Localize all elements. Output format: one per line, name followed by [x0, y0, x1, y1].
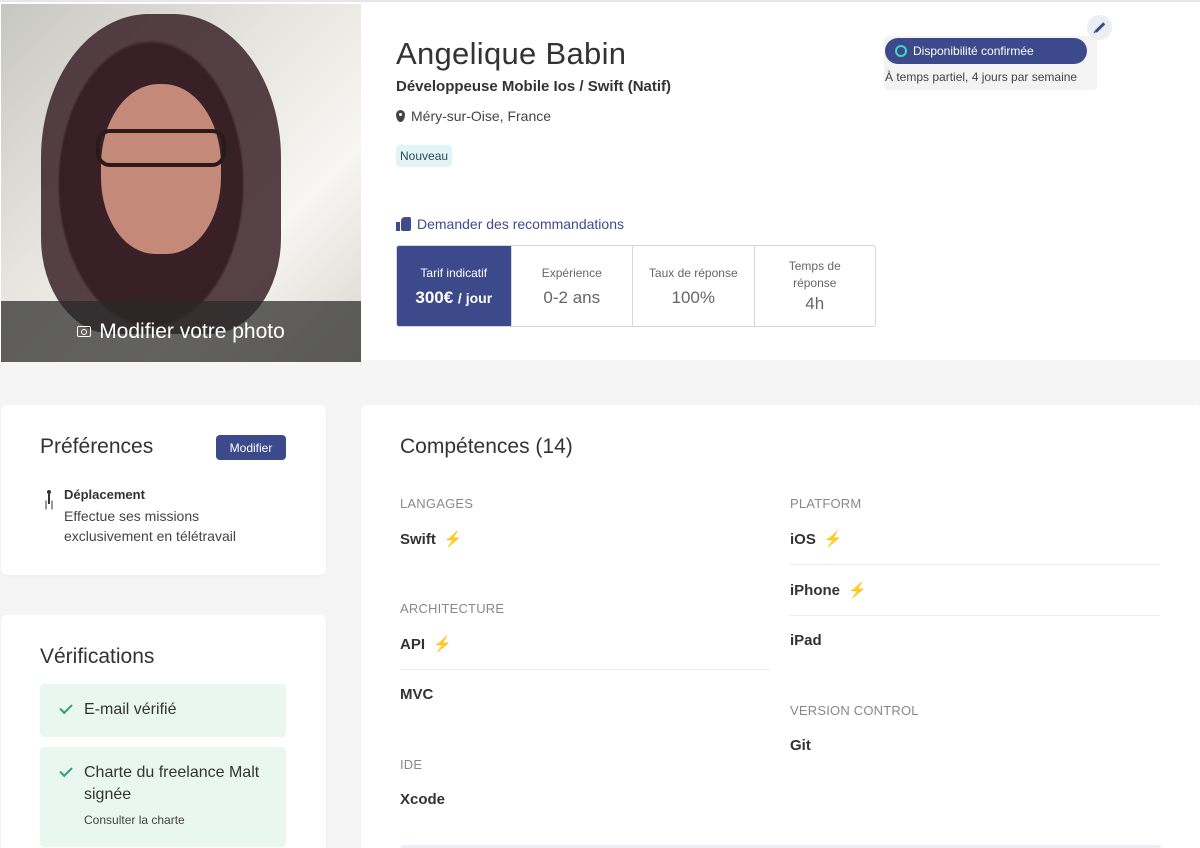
availability-status[interactable]: Disponibilité confirmée: [885, 38, 1087, 64]
verifications-card: Vérifications E-mail vérifié Charte du f…: [1, 615, 326, 848]
check-icon: [59, 763, 73, 778]
profile-header: Modifier votre photo Angelique Babin Dév…: [0, 0, 1200, 362]
skill-category-langages: LANGAGES: [400, 496, 474, 511]
skill-mvc[interactable]: MVC: [400, 686, 433, 703]
preferences-title: Préférences: [40, 435, 154, 458]
bolt-icon: ⚡: [433, 636, 452, 653]
stat-experience-value: 0-2 ans: [543, 287, 601, 307]
stat-response-rate-value: 100%: [671, 287, 715, 307]
profile-photo[interactable]: Modifier votre photo: [1, 4, 361, 362]
skill-iphone[interactable]: iPhone ⚡: [790, 581, 867, 600]
travel-text: Effectue ses missions exclusivement en t…: [64, 508, 236, 544]
skill-divider: [790, 564, 1160, 565]
availability-status-label: Disponibilité confirmée: [913, 44, 1034, 58]
profile-location: Méry-sur-Oise, France: [396, 108, 551, 124]
availability-card: Disponibilité confirmée À temps partiel,…: [884, 36, 1097, 90]
photo-glasses: [96, 129, 226, 167]
skill-api-label: API: [400, 635, 426, 653]
pencil-icon: [1094, 22, 1105, 33]
edit-photo-button[interactable]: Modifier votre photo: [1, 301, 361, 362]
view-charter-link[interactable]: Consulter la charte: [84, 813, 185, 827]
edit-availability-button[interactable]: [1087, 15, 1112, 40]
skill-ipad[interactable]: iPad: [790, 632, 822, 649]
check-icon: [59, 700, 73, 715]
profile-name: Angelique Babin: [396, 36, 627, 71]
skill-git[interactable]: Git: [790, 737, 811, 754]
availability-dot-icon: [895, 45, 907, 57]
skill-iphone-label: iPhone: [790, 581, 841, 599]
stat-response-time: Temps de réponse 4h: [753, 246, 876, 326]
skills-title: Compétences (14): [400, 435, 573, 458]
rate-unit: / jour: [457, 289, 493, 306]
preferences-card: Préférences Modifier Déplacement Effectu…: [1, 405, 326, 575]
skill-category-version-control: VERSION CONTROL: [790, 703, 919, 718]
skill-xcode[interactable]: Xcode: [400, 791, 445, 808]
stat-experience: Expérience 0-2 ans: [510, 246, 633, 326]
photo-face: [101, 84, 221, 254]
camera-icon: [77, 326, 92, 337]
stat-rate-value: 300€ / jour: [415, 288, 492, 308]
skill-ios-label: iOS: [790, 530, 816, 548]
skill-swift-label: Swift: [400, 530, 436, 548]
bolt-icon: ⚡: [848, 582, 867, 599]
verification-charter-label: Charte du freelance Malt signée: [84, 764, 260, 803]
edit-photo-label: Modifier votre photo: [99, 319, 285, 343]
verification-email: E-mail vérifié: [40, 684, 286, 737]
availability-detail: À temps partiel, 4 jours par semaine: [885, 70, 1078, 84]
walking-person-icon: [44, 490, 54, 504]
stats-panel: Tarif indicatif 300€ / jour Expérience 0…: [396, 245, 876, 327]
verification-email-label: E-mail vérifié: [84, 701, 177, 718]
location-pin-icon: [396, 110, 405, 122]
skill-divider: [400, 669, 770, 670]
stat-experience-label: Expérience: [541, 265, 602, 280]
thumbs-up-icon: [396, 217, 411, 231]
skill-git-label: Git: [790, 737, 811, 754]
skill-api[interactable]: API ⚡: [400, 635, 452, 654]
skill-category-ide: IDE: [400, 757, 423, 772]
skill-category-architecture: ARCHITECTURE: [400, 601, 505, 616]
request-recommendations-link[interactable]: Demander des recommandations: [396, 216, 624, 232]
stat-response-time-label: Temps de réponse: [788, 259, 841, 290]
rate-amount: 300€: [415, 287, 454, 307]
bolt-icon: ⚡: [823, 531, 843, 548]
location-text: Méry-sur-Oise, France: [411, 108, 552, 124]
skills-card: Compétences (14) LANGAGES Swift ⚡ ARCHITE…: [361, 405, 1200, 848]
bolt-icon: ⚡: [443, 531, 463, 548]
verification-charter: Charte du freelance Malt signée Consulte…: [40, 747, 286, 847]
new-badge: Nouveau: [396, 145, 453, 167]
skill-swift[interactable]: Swift ⚡: [400, 530, 463, 549]
skill-divider: [790, 615, 1160, 616]
stat-response-rate: Taux de réponse 100%: [632, 246, 754, 326]
skill-mvc-label: MVC: [400, 686, 434, 703]
skill-category-platform: PLATFORM: [790, 496, 862, 511]
stat-response-rate-label: Taux de réponse: [648, 265, 738, 280]
stat-rate-label: Tarif indicatif: [420, 265, 488, 280]
skill-ios[interactable]: iOS ⚡: [790, 530, 843, 549]
stat-response-time-value: 4h: [805, 294, 825, 313]
verifications-title: Vérifications: [40, 645, 155, 668]
preferences-edit-button[interactable]: Modifier: [216, 435, 286, 460]
request-recommendations-label: Demander des recommandations: [417, 216, 624, 232]
skill-xcode-label: Xcode: [400, 791, 446, 808]
travel-heading: Déplacement: [64, 487, 145, 502]
profile-job-title: Développeuse Mobile Ios / Swift (Natif): [396, 78, 672, 95]
skill-ipad-label: iPad: [790, 632, 822, 649]
stat-rate: Tarif indicatif 300€ / jour: [397, 246, 511, 326]
